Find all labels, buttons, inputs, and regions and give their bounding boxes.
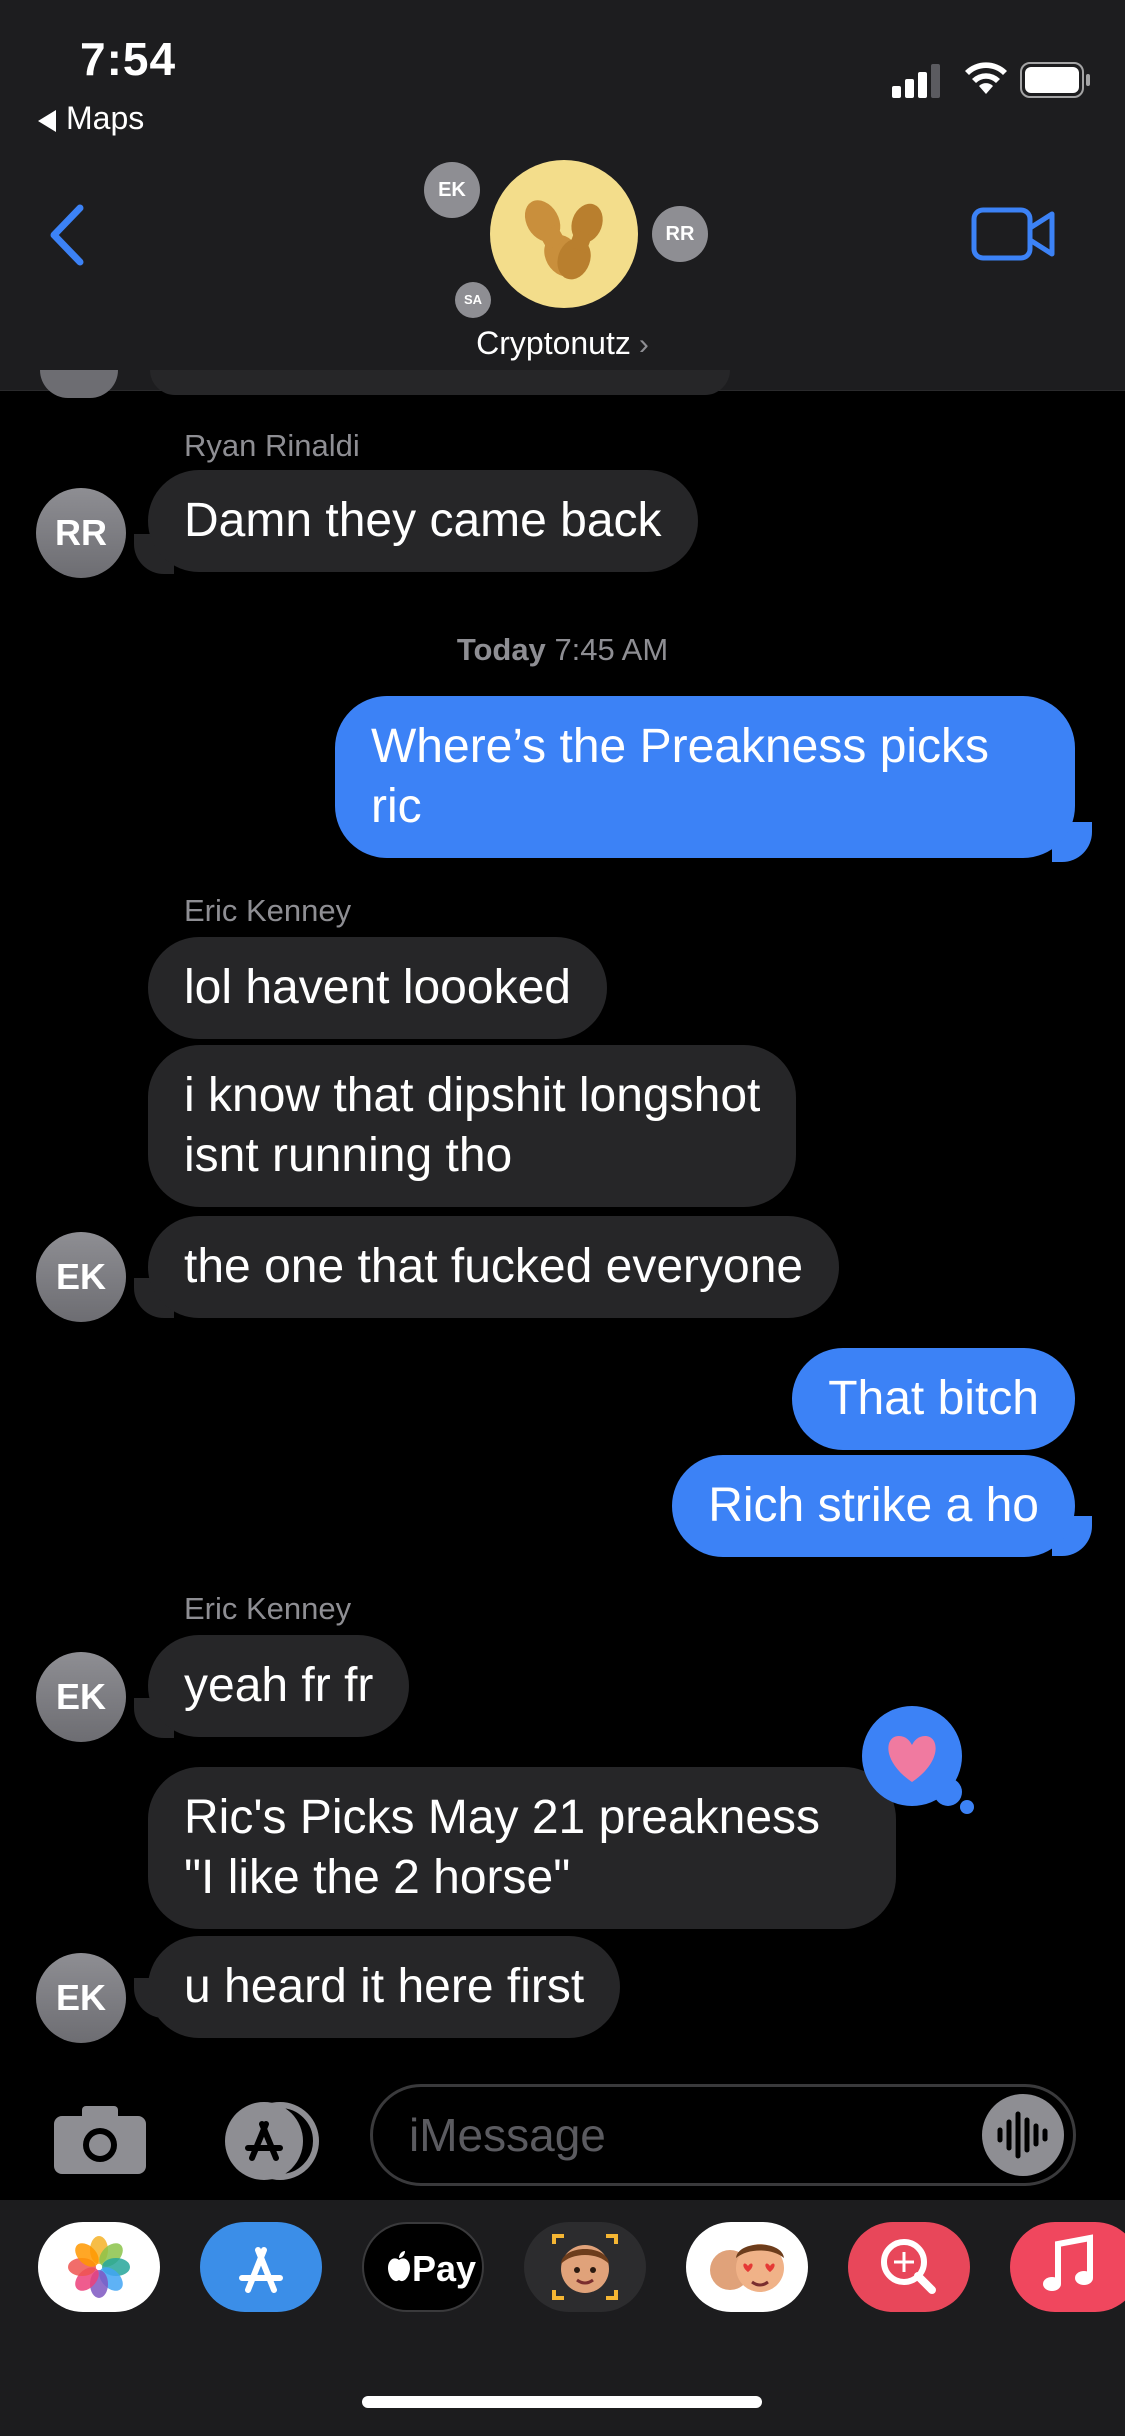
sender-avatar[interactable]: EK (36, 1953, 126, 2043)
incoming-message[interactable]: lol havent loooked (148, 937, 607, 1039)
timestamp-day: Today (456, 632, 546, 667)
sender-avatar[interactable]: EK (36, 1652, 126, 1742)
incoming-message[interactable]: Ric's Picks May 21 preakness "I like the… (148, 1767, 896, 1929)
previous-message-bubble (150, 370, 730, 395)
waveform-icon (997, 2111, 1048, 2159)
incoming-message[interactable]: yeah fr fr (148, 1635, 410, 1737)
message-line: isnt running tho (184, 1129, 513, 1182)
back-triangle-icon (38, 109, 56, 132)
memoji-app-button[interactable] (524, 2222, 646, 2312)
app-store-icon (239, 2247, 283, 2293)
back-to-app-link[interactable]: Maps (38, 100, 144, 137)
message-line: ric (371, 780, 422, 833)
memoji-icon (552, 2234, 618, 2300)
wifi-icon (965, 62, 1007, 94)
web-images-app-button[interactable] (848, 2222, 970, 2312)
back-app-label: Maps (66, 100, 145, 136)
audio-message-button[interactable] (982, 2094, 1064, 2176)
member-avatar-sa: SA (455, 282, 491, 318)
music-icon (1043, 2234, 1093, 2291)
imessage-input[interactable] (370, 2084, 1076, 2186)
app-store-apps-button[interactable] (206, 2100, 322, 2182)
sender-avatar[interactable]: RR (36, 488, 126, 578)
previous-avatar (40, 370, 118, 398)
group-avatar[interactable] (490, 160, 638, 308)
chevron-right-icon: › (638, 328, 649, 361)
animoji-stickers-app-button[interactable] (686, 2222, 808, 2312)
web-images-icon (881, 2239, 936, 2294)
sender-name: Eric Kenney (184, 893, 352, 928)
message-line: "I like the 2 horse" (184, 1851, 571, 1904)
back-chevron-icon[interactable] (40, 200, 100, 270)
peanut-icon (524, 200, 603, 280)
message-line: i know that dipshit longshot (184, 1069, 761, 1122)
music-app-button[interactable] (1010, 2222, 1125, 2312)
incoming-message[interactable]: Damn they came back (148, 470, 698, 572)
message-line: Ric's Picks May 21 preakness (184, 1791, 821, 1844)
timestamp-time: 7:45 AM (554, 632, 669, 667)
sender-avatar[interactable]: EK (36, 1232, 126, 1322)
incoming-message[interactable]: i know that dipshit longshot isnt runnin… (148, 1045, 797, 1207)
member-avatar-rr: RR (652, 206, 708, 262)
cellular-signal-icon (892, 64, 940, 98)
animoji-icon (710, 2244, 784, 2292)
sender-name: Ryan Rinaldi (184, 428, 360, 463)
message-line: Where’s the Preakness picks (371, 720, 990, 773)
apple-pay-icon (388, 2251, 410, 2282)
apple-pay-app-button[interactable]: Pay (362, 2222, 484, 2312)
incoming-message[interactable]: the one that fucked everyone (148, 1216, 840, 1318)
apple-pay-label: Pay (412, 2248, 477, 2289)
sender-name: Eric Kenney (184, 1591, 352, 1626)
reaction-bubble-dot (960, 1800, 974, 1814)
camera-icon[interactable] (52, 2104, 148, 2176)
outgoing-message[interactable]: Rich strike a ho (672, 1455, 1075, 1557)
status-time: 7:54 (80, 33, 177, 85)
home-indicator[interactable] (362, 2396, 762, 2408)
outgoing-message[interactable]: Where’s the Preakness picks ric (335, 696, 1075, 858)
facetime-video-button[interactable] (970, 204, 1056, 264)
incoming-message[interactable]: u heard it here first (148, 1936, 621, 2038)
battery-icon (1020, 62, 1090, 98)
group-name[interactable]: Cryptonutz › (0, 325, 1125, 362)
reaction-bubble-dot (934, 1778, 962, 1806)
message-timestamp: Today 7:45 AM (0, 632, 1125, 668)
app-store-app-button[interactable] (200, 2222, 322, 2312)
member-avatar-ek: EK (424, 162, 480, 218)
outgoing-message[interactable]: That bitch (792, 1348, 1075, 1450)
group-name-label: Cryptonutz (476, 325, 631, 361)
photos-icon (68, 2236, 130, 2298)
photos-app-button[interactable] (38, 2222, 160, 2312)
